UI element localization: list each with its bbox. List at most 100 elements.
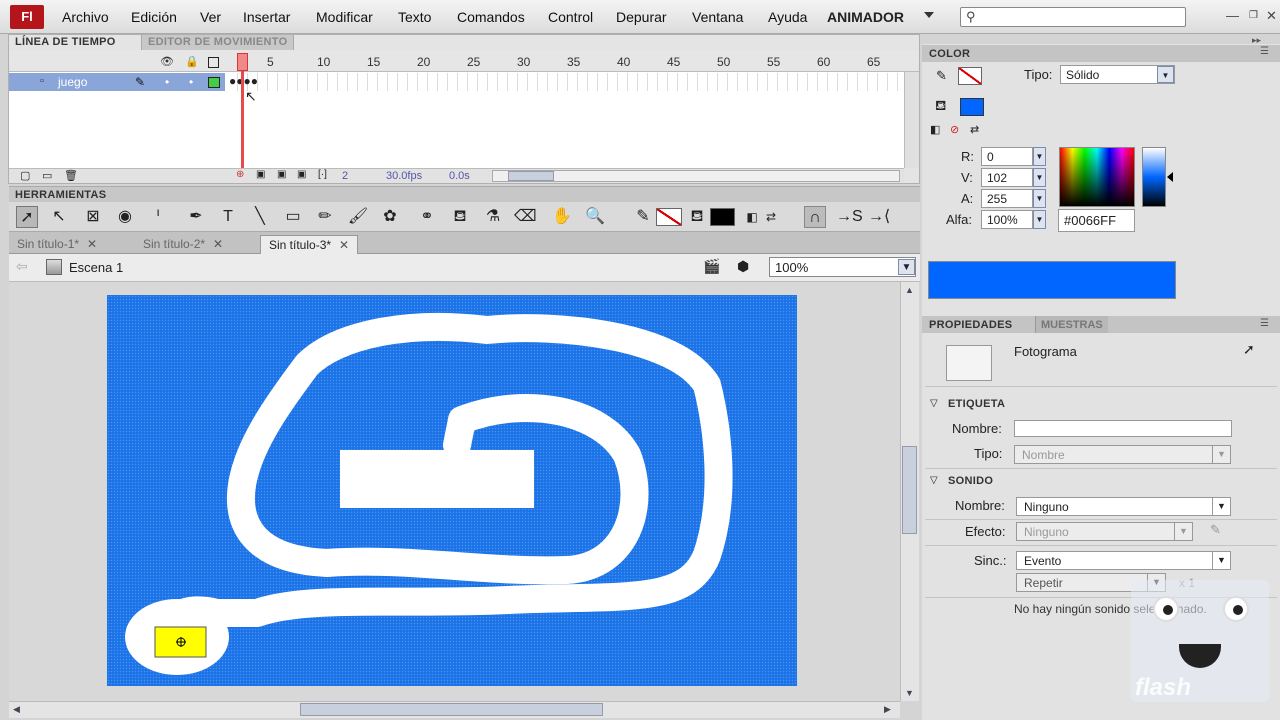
zoom-tool[interactable]: 🔍 (584, 206, 606, 228)
menu-modificar[interactable]: Modificar (316, 9, 373, 25)
eraser-tool[interactable]: ⌫ (514, 206, 537, 228)
onion-skin-icon[interactable]: ▣ (256, 169, 265, 180)
menu-ventana[interactable]: Ventana (692, 9, 743, 25)
pen-tool[interactable]: ✒ (185, 206, 207, 228)
menu-ver[interactable]: Ver (200, 9, 221, 25)
edit-symbols-icon[interactable]: ⬢ (737, 258, 749, 275)
brush-tool[interactable]: 🖌 (347, 206, 369, 228)
fill-color-swatch[interactable] (710, 208, 735, 226)
hand-tool[interactable]: ✋ (551, 206, 573, 228)
stroke-color-swatch[interactable] (656, 208, 682, 226)
bone-tool[interactable]: ⚭ (416, 206, 438, 228)
tab-document-3[interactable]: Sin título-3* ✕ (260, 235, 359, 254)
edit-multiple-icon[interactable]: ▣ (297, 169, 306, 180)
stroke-color-swatch[interactable] (958, 67, 982, 85)
modify-markers-icon[interactable]: [·] (318, 169, 327, 180)
sonido-title[interactable]: SONIDO (948, 475, 993, 487)
text-tool[interactable]: T (217, 206, 239, 228)
panel-menu-icon[interactable]: ☰ (1260, 46, 1269, 57)
free-transform-tool[interactable]: ⊠ (82, 206, 104, 228)
a-input[interactable]: 255 (981, 189, 1033, 208)
new-folder-icon[interactable]: ▭ (42, 169, 52, 182)
black-white-icon[interactable]: ◧ (930, 123, 940, 136)
outline-icon[interactable] (208, 57, 219, 68)
onion-outline-icon[interactable]: ▣ (277, 169, 286, 180)
close-icon[interactable]: ✕ (339, 238, 349, 252)
brightness-slider[interactable] (1142, 147, 1166, 207)
menu-depurar[interactable]: Depurar (616, 9, 667, 25)
selection-tool[interactable]: ➚ (16, 206, 38, 228)
scroll-down-icon[interactable]: ▼ (905, 688, 914, 698)
timeline-hscroll-thumb[interactable] (508, 171, 554, 181)
layer-name[interactable]: juego (58, 75, 87, 89)
straighten-icon[interactable]: →⟨ (868, 206, 890, 228)
label-type-select[interactable]: Nombre (1014, 445, 1231, 464)
alfa-input[interactable]: 100% (981, 210, 1033, 229)
playhead-handle[interactable] (237, 53, 248, 71)
rectangle-tool[interactable]: ▭ (282, 206, 304, 228)
chevron-down-icon[interactable]: ▼ (1212, 446, 1230, 463)
chevron-down-icon[interactable] (924, 12, 934, 18)
3d-rotation-tool[interactable]: ◉ (114, 206, 136, 228)
brightness-marker[interactable] (1167, 172, 1173, 182)
tab-document-1[interactable]: Sin título-1* ✕ (9, 235, 105, 254)
close-icon[interactable]: ✕ (87, 237, 97, 251)
v-input[interactable]: 102 (981, 168, 1033, 187)
eye-icon[interactable]: 👁 (160, 55, 174, 68)
r-input[interactable]: 0 (981, 147, 1033, 166)
chevron-down-icon[interactable]: ▼ (1212, 498, 1230, 515)
no-color-icon[interactable]: ⊘ (950, 123, 959, 136)
line-tool[interactable]: ╲ (249, 206, 271, 228)
chevron-down-icon[interactable]: ▼ (1157, 66, 1174, 83)
chevron-down-icon[interactable]: ▼ (898, 259, 915, 275)
label-name-input[interactable] (1014, 420, 1232, 437)
stage-canvas[interactable] (107, 295, 797, 686)
stage-vscroll-thumb[interactable] (902, 446, 917, 534)
frame-cells[interactable] (228, 73, 904, 91)
r-stepper[interactable]: ▼ (1033, 147, 1046, 166)
edit-scene-icon[interactable]: 🎬 (703, 258, 720, 275)
menu-insertar[interactable]: Insertar (243, 9, 290, 25)
help-arrow-icon[interactable]: ➚ (1243, 341, 1255, 358)
center-frame-icon[interactable]: ⊕ (236, 169, 244, 180)
tab-timeline[interactable]: LÍNEA DE TIEMPO (9, 35, 122, 50)
lasso-tool[interactable]: ᑊ (147, 206, 169, 228)
scroll-up-icon[interactable]: ▲ (905, 285, 914, 295)
tab-muestras[interactable]: MUESTRAS (1035, 316, 1108, 333)
restore-icon[interactable]: ❐ (1249, 10, 1258, 21)
sync-select[interactable]: Evento (1016, 551, 1231, 570)
deco-tool[interactable]: ✿ (379, 206, 401, 228)
v-stepper[interactable]: ▼ (1033, 168, 1046, 187)
snap-magnet-icon[interactable]: ∩ (804, 206, 826, 228)
back-arrow-icon[interactable]: ⇦ (16, 258, 28, 275)
close-icon[interactable]: ✕ (213, 237, 223, 251)
lock-icon[interactable]: 🔒 (185, 55, 199, 68)
smooth-icon[interactable]: →S (836, 206, 863, 228)
chevron-down-icon[interactable]: ▼ (1212, 552, 1230, 569)
sound-effect-select[interactable]: Ninguno (1016, 522, 1193, 541)
chevron-down-icon[interactable]: ▽ (930, 398, 938, 409)
edit-pencil-icon[interactable]: ✎ (1210, 522, 1221, 538)
menu-control[interactable]: Control (548, 9, 593, 25)
close-icon[interactable]: ✕ (1266, 8, 1277, 24)
eyedropper-tool[interactable]: ⚗ (482, 206, 504, 228)
scroll-right-icon[interactable]: ▶ (884, 704, 891, 715)
tab-document-2[interactable]: Sin título-2* ✕ (135, 235, 231, 254)
workspace-selector[interactable]: ANIMADOR (827, 9, 904, 25)
frame-rate[interactable]: 30.0fps (386, 170, 422, 182)
search-input[interactable] (960, 7, 1186, 27)
chevron-down-icon[interactable]: ▼ (1174, 523, 1192, 540)
lock-dot[interactable]: • (189, 75, 193, 89)
sound-name-select[interactable]: Ninguno (1016, 497, 1231, 516)
hex-input[interactable]: #0066FF (1058, 209, 1135, 232)
panel-menu-icon[interactable]: ☰ (1260, 318, 1269, 329)
menu-texto[interactable]: Texto (398, 9, 431, 25)
scene-name[interactable]: Escena 1 (69, 260, 123, 275)
menu-edicion[interactable]: Edición (131, 9, 177, 25)
subselection-tool[interactable]: ↖ (48, 206, 70, 228)
scroll-left-icon[interactable]: ◀ (13, 704, 20, 715)
alfa-stepper[interactable]: ▼ (1033, 210, 1046, 229)
tab-motion-editor[interactable]: EDITOR DE MOVIMIENTO (141, 35, 295, 50)
menu-comandos[interactable]: Comandos (457, 9, 525, 25)
timeline-vscroll[interactable] (904, 72, 919, 168)
